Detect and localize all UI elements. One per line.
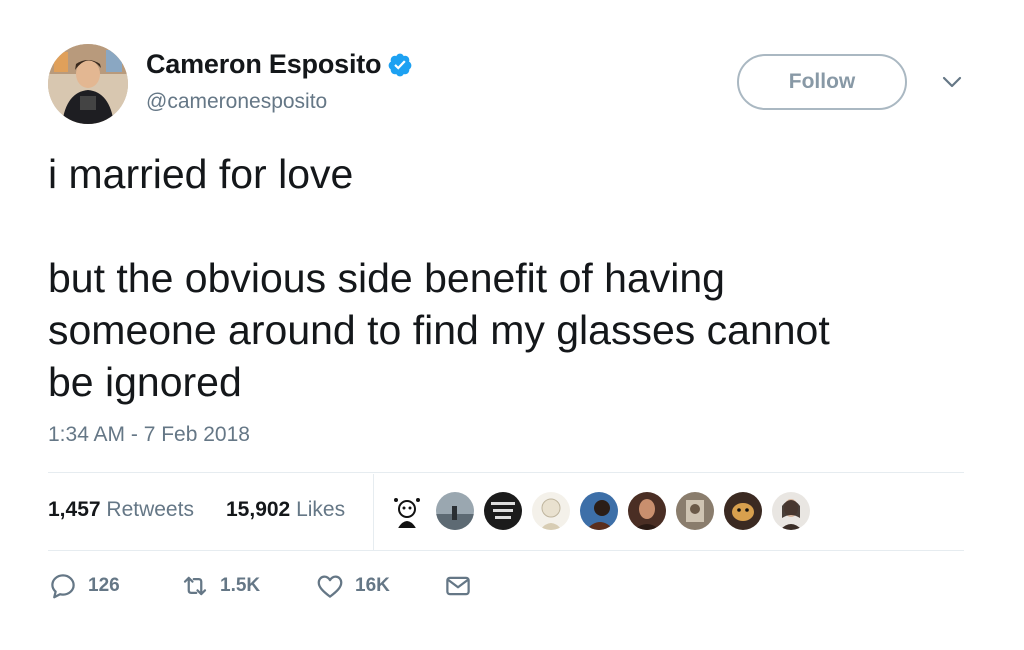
retweet-count: 1.5K — [220, 575, 261, 596]
divider — [48, 550, 964, 551]
heart-icon — [317, 575, 343, 598]
tweet-card: Cameron Esposito @cameronesposito Follow… — [0, 0, 1024, 650]
likes-stat[interactable]: 15,902 Likes — [226, 498, 345, 522]
envelope-icon — [446, 576, 470, 596]
like-count: 16K — [355, 575, 390, 596]
reply-icon — [51, 574, 75, 599]
like-button[interactable]: 16K — [315, 566, 390, 606]
divider — [48, 472, 964, 473]
likes-count: 15,902 — [226, 498, 291, 521]
reply-count: 126 — [88, 575, 120, 596]
tweet-text: i married for love but the obvious side … — [48, 151, 830, 405]
likes-label: Likes — [296, 498, 346, 521]
liker-avatar-1[interactable] — [388, 492, 426, 530]
retweet-icon — [183, 576, 207, 596]
retweets-stat[interactable]: 1,457 Retweets — [48, 498, 194, 522]
liker-avatar-6[interactable] — [628, 492, 666, 530]
retweet-button[interactable]: 1.5K — [180, 566, 260, 606]
user-handle[interactable]: @cameronesposito — [146, 90, 327, 114]
liker-avatar-2[interactable] — [436, 492, 474, 530]
chevron-down-icon[interactable] — [941, 74, 963, 90]
tweet-stats: 1,457 Retweets 15,902 Likes — [48, 474, 964, 550]
display-name-text: Cameron Esposito — [146, 49, 382, 79]
retweets-label: Retweets — [106, 498, 194, 521]
liker-avatar-8[interactable] — [724, 492, 762, 530]
retweets-count: 1,457 — [48, 498, 101, 521]
stats-separator — [373, 474, 374, 550]
liker-avatar-9[interactable] — [772, 492, 810, 530]
verified-badge-icon — [387, 52, 413, 78]
reply-button[interactable]: 126 — [48, 566, 120, 606]
follow-button[interactable]: Follow — [737, 54, 907, 110]
direct-message-button[interactable] — [443, 566, 473, 606]
liker-avatar-7[interactable] — [676, 492, 714, 530]
tweet-timestamp[interactable]: 1:34 AM - 7 Feb 2018 — [48, 423, 250, 447]
avatar[interactable] — [48, 44, 128, 124]
liker-avatar-3[interactable] — [484, 492, 522, 530]
tweet-actions: 126 1.5K 16K — [48, 566, 648, 606]
display-name[interactable]: Cameron Esposito — [146, 49, 413, 80]
liker-avatar-4[interactable] — [532, 492, 570, 530]
liker-avatar-5[interactable] — [580, 492, 618, 530]
